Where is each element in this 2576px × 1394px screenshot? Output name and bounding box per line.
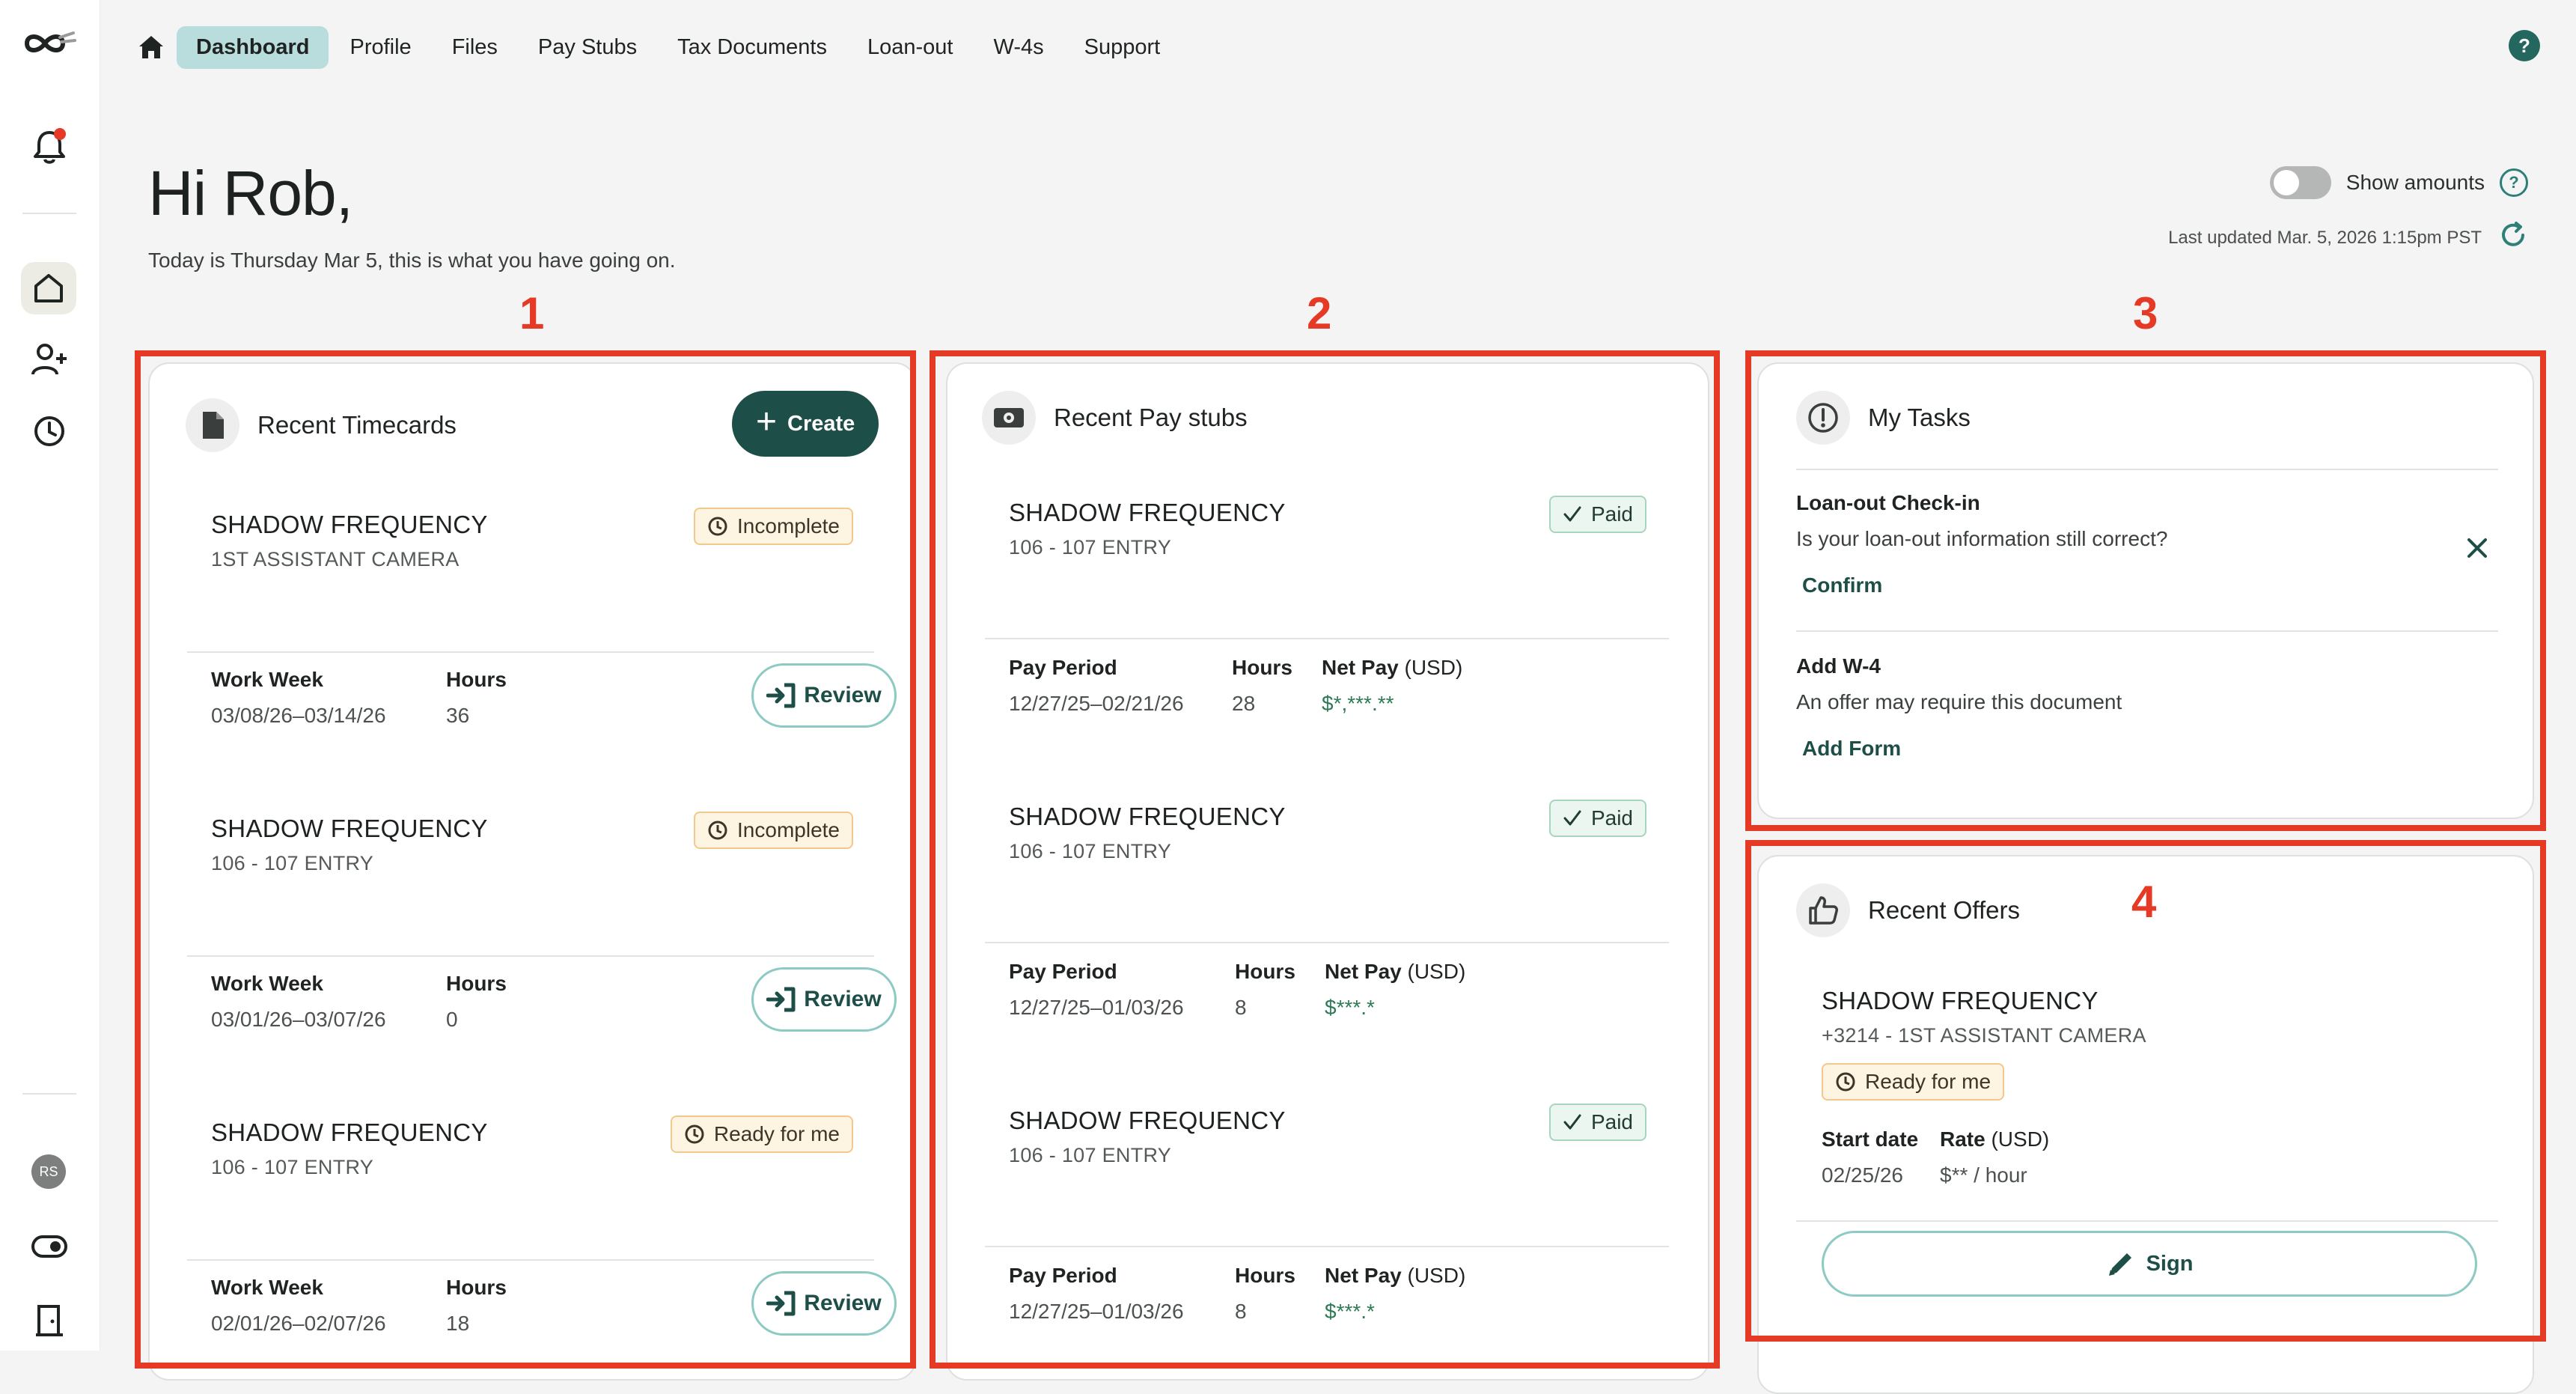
logo-icon[interactable]: [21, 27, 76, 60]
toggle-icon[interactable]: [28, 1228, 70, 1265]
tab-dashboard[interactable]: Dashboard: [177, 25, 329, 69]
tab-w4s[interactable]: W-4s: [974, 26, 1063, 69]
help-icon[interactable]: ?: [2509, 30, 2540, 61]
exit-door-icon[interactable]: [28, 1300, 70, 1342]
tab-pay-stubs[interactable]: Pay Stubs: [519, 26, 656, 69]
annotation-box-3: [1745, 350, 2546, 831]
show-amounts-label: Show amounts: [2345, 171, 2485, 194]
tab-support[interactable]: Support: [1065, 26, 1180, 69]
tab-tax-documents[interactable]: Tax Documents: [658, 26, 846, 69]
section-number-1: 1: [519, 288, 545, 338]
avatar-initials: RS: [39, 1163, 58, 1179]
section-number-2: 2: [1307, 288, 1332, 338]
sidebar-divider-bottom: [22, 1093, 76, 1095]
section-number-3: 3: [2133, 288, 2158, 338]
nav-home-icon[interactable]: [127, 23, 175, 71]
top-nav: Dashboard Profile Files Pay Stubs Tax Do…: [127, 21, 1179, 73]
clock-icon[interactable]: [28, 410, 70, 452]
main-content: Dashboard Profile Files Pay Stubs Tax Do…: [100, 0, 2576, 1394]
avatar[interactable]: RS: [31, 1154, 66, 1189]
help-glyph: ?: [2518, 34, 2530, 57]
show-amounts-toggle[interactable]: [2269, 166, 2331, 199]
tab-files[interactable]: Files: [433, 26, 517, 69]
home-icon[interactable]: [21, 262, 76, 314]
last-updated-row: Last updated Mar. 5, 2026 1:15pm PST: [2168, 220, 2528, 255]
show-amounts-help-icon[interactable]: ?: [2500, 168, 2528, 197]
sidebar-divider: [22, 213, 76, 214]
notification-dot: [54, 128, 66, 140]
greeting: Hi Rob,: [148, 158, 353, 228]
sidebar: RS: [0, 0, 100, 1351]
section-number-4: 4: [2131, 877, 2157, 927]
show-amounts-row: Show amounts ?: [2269, 166, 2528, 199]
last-updated-text: Last updated Mar. 5, 2026 1:15pm PST: [2168, 227, 2482, 248]
annotation-box-1: [135, 350, 916, 1369]
add-user-icon[interactable]: [28, 338, 70, 380]
refresh-icon[interactable]: [2498, 220, 2528, 255]
tab-loan-out[interactable]: Loan-out: [848, 26, 973, 69]
bell-icon[interactable]: [28, 126, 70, 168]
greeting-subtitle: Today is Thursday Mar 5, this is what yo…: [148, 249, 676, 272]
annotation-box-2: [930, 350, 1720, 1369]
tab-profile[interactable]: Profile: [330, 26, 430, 69]
